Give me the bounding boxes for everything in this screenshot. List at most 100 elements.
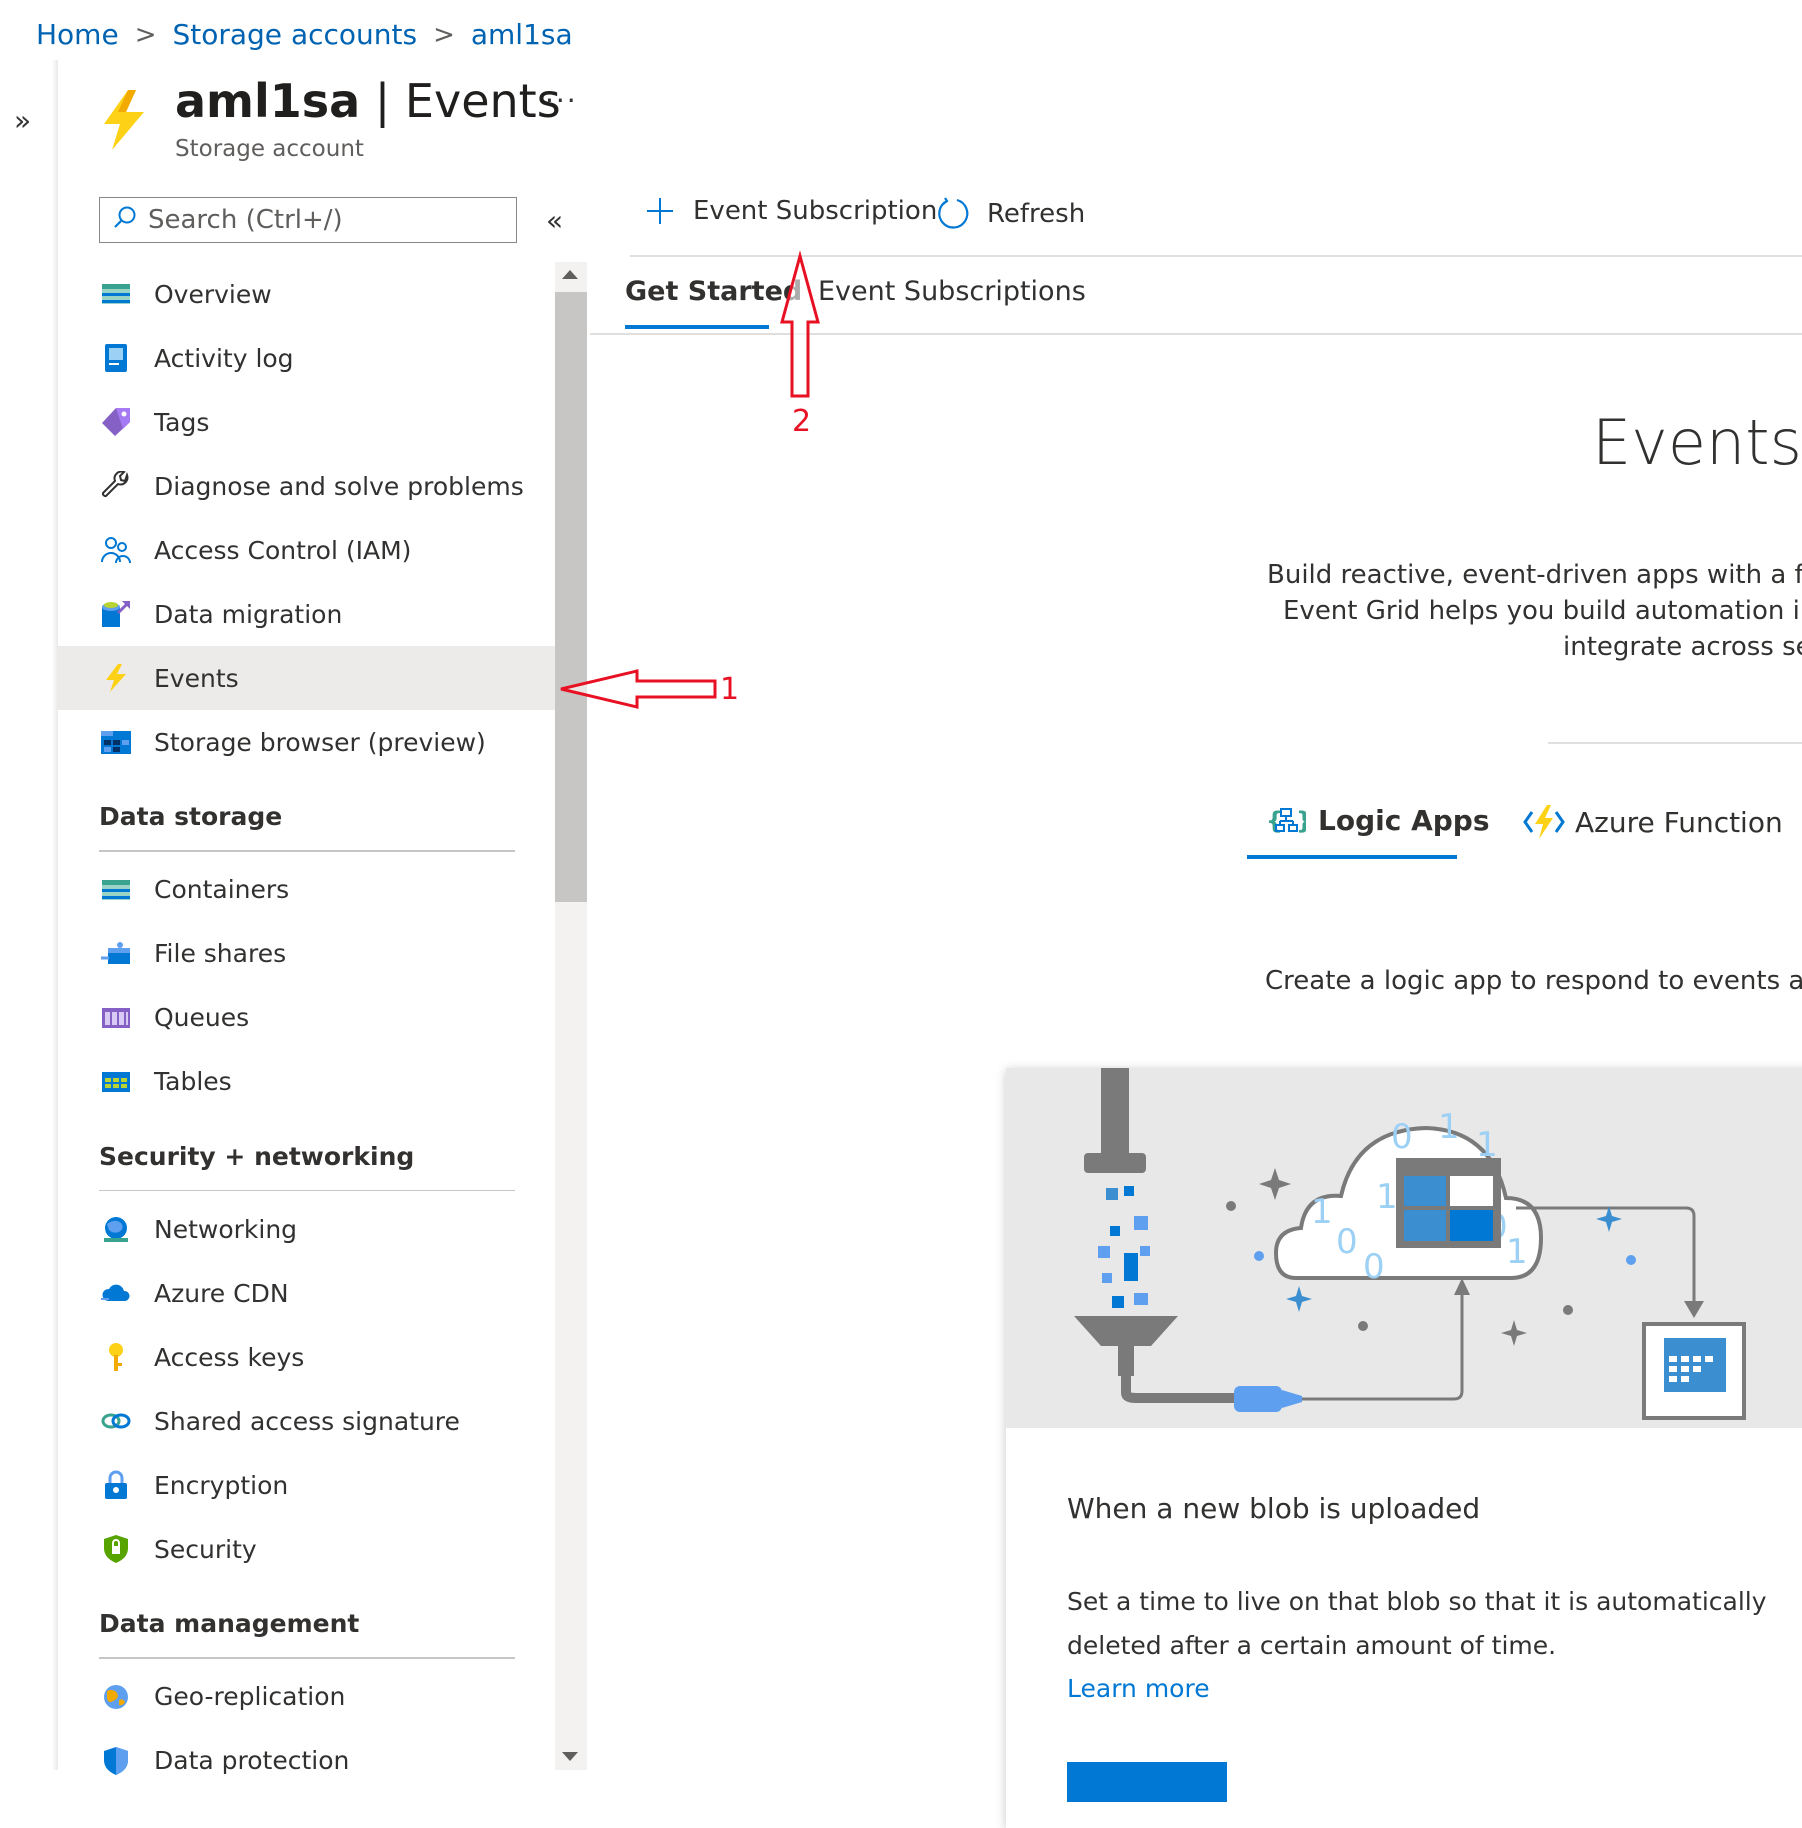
nav-item-diagnose[interactable]: Diagnose and solve problems [58, 454, 555, 518]
annotation-arrow-2 [780, 250, 820, 398]
nav-section-data-management: Data management [99, 1609, 360, 1638]
logic-apps-label: Logic Apps [1318, 804, 1490, 837]
tables-icon [100, 1066, 132, 1098]
key-icon [100, 1341, 132, 1373]
menu-scrollbar-thumb[interactable] [555, 292, 587, 902]
nav-label: Overview [154, 279, 272, 309]
card-description: Set a time to live on that blob so that … [1067, 1587, 1767, 1660]
nav-item-iam[interactable]: Access Control (IAM) [58, 518, 555, 582]
nav-item-activity-log[interactable]: Activity log [58, 326, 555, 390]
card-action-button[interactable] [1067, 1762, 1227, 1802]
scroll-down-arrow-icon[interactable] [562, 1752, 578, 1761]
description-line: Event Grid helps you build automation in… [1283, 596, 1802, 626]
chevron-right-icon: > [433, 19, 455, 50]
azure-function-label: Azure Function [1575, 805, 1783, 839]
description-line: Build reactive, event-driven apps with a… [1267, 560, 1802, 590]
breadcrumb-storage-accounts[interactable]: Storage accounts [172, 18, 417, 51]
nav-item-encryption[interactable]: Encryption [58, 1453, 555, 1517]
networking-icon [100, 1213, 132, 1245]
svg-text:1: 1 [1506, 1232, 1528, 1272]
nav-item-networking[interactable]: Networking [58, 1197, 555, 1261]
activity-log-icon [100, 342, 132, 374]
annotation-label-1: 1 [720, 672, 740, 707]
page-title: aml1sa | Events [175, 74, 561, 128]
nav-item-containers[interactable]: Containers [58, 858, 555, 922]
nav-label: Shared access signature [154, 1406, 460, 1436]
active-tab-indicator [625, 325, 769, 329]
nav-label: File shares [154, 939, 287, 968]
lock-icon [100, 1469, 132, 1501]
nav-label: Queues [154, 1003, 250, 1032]
search-input[interactable] [146, 204, 490, 236]
event-subscription-button[interactable]: Event Subscription [645, 196, 937, 226]
svg-text:1: 1 [1438, 1107, 1460, 1147]
scroll-up-arrow-icon[interactable] [562, 270, 578, 279]
shield-icon [100, 1533, 132, 1565]
refresh-icon [935, 196, 971, 232]
expand-menu-button[interactable]: » [14, 104, 31, 137]
nav-label: Events [154, 663, 239, 693]
hero-title: Events, a [1592, 406, 1802, 479]
nav-label: Tables [154, 1067, 232, 1096]
nav-item-storage-browser[interactable]: Storage browser (preview) [58, 710, 555, 774]
divider [590, 333, 1802, 335]
breadcrumb-home[interactable]: Home [36, 18, 119, 51]
refresh-button[interactable]: Refresh [935, 196, 1085, 232]
nav-item-geo-replication[interactable]: Geo-replication [58, 1665, 555, 1729]
nav-item-tags[interactable]: Tags [58, 390, 555, 454]
refresh-label: Refresh [987, 199, 1086, 229]
resource-menu: Overview Activity log Tags Diagnose and … [58, 262, 555, 1793]
card-title: When a new blob is uploaded [1067, 1492, 1481, 1525]
svg-text:1: 1 [1376, 1177, 1398, 1217]
collapse-menu-button[interactable]: « [546, 204, 563, 237]
nav-label: Data migration [154, 599, 343, 629]
annotation-label-2: 2 [792, 404, 812, 439]
event-subscription-label: Event Subscription [693, 196, 938, 226]
more-options-button[interactable]: ··· [545, 84, 578, 117]
learn-more-link[interactable]: Learn more [1067, 1674, 1210, 1703]
nav-label: Geo-replication [154, 1682, 346, 1711]
svg-text:0: 0 [1336, 1222, 1358, 1262]
nav-label: Access Control (IAM) [154, 535, 412, 565]
logic-apps-description: Create a logic app to respond to events … [1265, 966, 1802, 996]
svg-text:1: 1 [1311, 1192, 1333, 1232]
nav-section-data-storage: Data storage [99, 802, 283, 831]
nav-item-azure-cdn[interactable]: Azure CDN [58, 1261, 555, 1325]
nav-label: Networking [154, 1214, 298, 1244]
nav-item-security[interactable]: Security [58, 1517, 555, 1581]
divider [1548, 742, 1802, 744]
queues-icon [100, 1002, 132, 1034]
nav-item-tables[interactable]: Tables [58, 1050, 555, 1114]
nav-label: Storage browser (preview) [154, 727, 486, 757]
tab-azure-function[interactable]: Azure Function [1523, 804, 1783, 840]
nav-item-data-migration[interactable]: Data migration [58, 582, 555, 646]
nav-label: Data protection [154, 1746, 350, 1775]
nav-item-events[interactable]: Events [58, 646, 555, 710]
nav-label: Security [154, 1534, 257, 1564]
nav-item-queues[interactable]: Queues [58, 986, 555, 1050]
storage-browser-icon [100, 726, 132, 758]
nav-label: Azure CDN [154, 1278, 289, 1308]
logic-apps-icon: {} [1266, 805, 1306, 837]
nav-item-data-protection[interactable]: Data protection [58, 1729, 555, 1793]
nav-item-access-keys[interactable]: Access keys [58, 1325, 555, 1389]
tab-event-subscriptions[interactable]: Event Subscriptions [818, 276, 1086, 307]
tag-icon [100, 406, 132, 438]
blob-upload-illustration: 011100101 [1006, 1068, 1802, 1428]
search-box[interactable] [99, 197, 517, 243]
nav-item-overview[interactable]: Overview [58, 262, 555, 326]
nav-item-sas[interactable]: Shared access signature [58, 1389, 555, 1453]
nav-item-file-shares[interactable]: File shares [58, 922, 555, 986]
svg-text:0: 0 [1363, 1247, 1385, 1287]
nav-label: Containers [154, 875, 290, 904]
description-line: integrate across serv [1563, 632, 1802, 662]
tab-get-started[interactable]: Get Started [625, 276, 802, 307]
nav-label: Tags [154, 407, 210, 437]
breadcrumb-account[interactable]: aml1sa [471, 18, 573, 51]
scenario-card: 011100101 When a new blob is uploaded Se… [1006, 1068, 1802, 1828]
wrench-icon [100, 470, 132, 502]
people-icon [100, 534, 132, 566]
tab-logic-apps[interactable]: {} Logic Apps [1266, 804, 1490, 837]
overview-icon [100, 278, 132, 310]
data-protection-icon [100, 1745, 132, 1777]
